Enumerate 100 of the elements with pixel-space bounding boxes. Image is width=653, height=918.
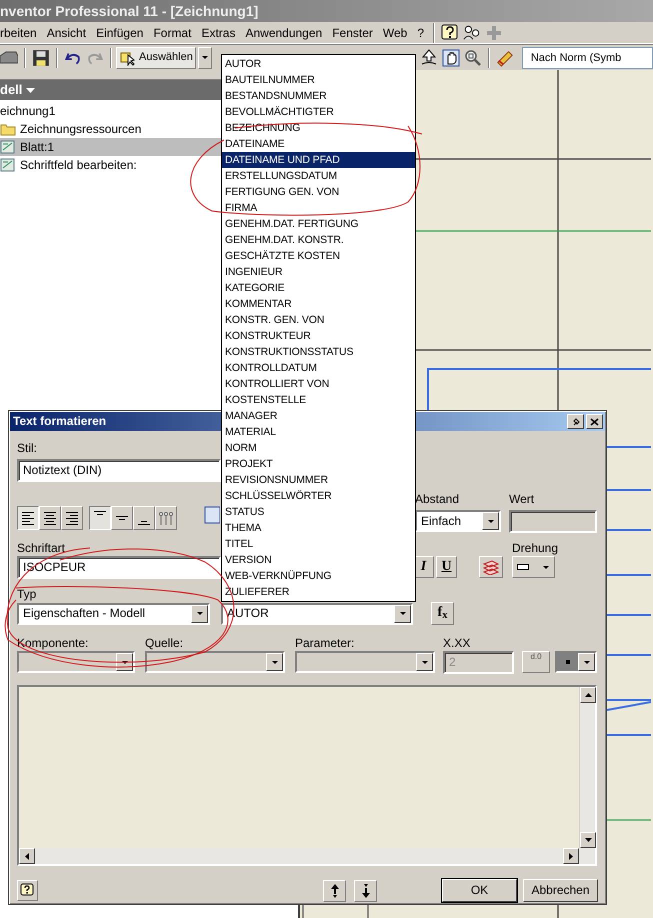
- caret-icon[interactable]: [486, 518, 494, 524]
- list-option[interactable]: BAUTEILNUMMER: [222, 72, 415, 88]
- caret-icon[interactable]: [196, 611, 204, 616]
- left-arrow-icon: [25, 852, 29, 860]
- align-icon: [116, 516, 128, 520]
- up-arrow-icon[interactable]: [420, 48, 438, 66]
- list-option[interactable]: PROJEKT: [222, 456, 415, 472]
- list-option[interactable]: KONSTRUKTEUR: [222, 328, 415, 344]
- menu-item[interactable]: Extras: [196, 22, 240, 44]
- ok-button[interactable]: OK: [442, 879, 517, 902]
- zoom-icon[interactable]: [464, 48, 482, 66]
- rotation-select[interactable]: [512, 556, 555, 578]
- tree-item-label[interactable]: eichnung1: [0, 104, 56, 118]
- scroll-left-button[interactable]: [19, 848, 35, 864]
- field-label: Parameter:: [295, 636, 354, 650]
- caret-icon[interactable]: [270, 660, 278, 664]
- list-option[interactable]: KONTROLLDATUM: [222, 360, 415, 376]
- caret-icon[interactable]: [582, 660, 590, 664]
- list-option[interactable]: DATEINAME UND PFAD: [222, 152, 415, 168]
- tree-item-label[interactable]: Zeichnungsressourcen: [20, 122, 142, 136]
- list-option[interactable]: FERTIGUNG GEN. VON: [222, 184, 415, 200]
- list-option[interactable]: AUTOR: [222, 56, 415, 72]
- list-option[interactable]: KONSTRUKTIONSSTATUS: [222, 344, 415, 360]
- list-option[interactable]: FIRMA: [222, 200, 415, 216]
- type-select[interactable]: Eigenschaften - Modell: [17, 602, 210, 624]
- tree-item-label[interactable]: Schriftfeld bearbeiten:: [20, 158, 137, 172]
- component-select[interactable]: [17, 651, 135, 673]
- list-option[interactable]: VERSION: [222, 552, 415, 568]
- list-option[interactable]: SCHLÜSSELWÖRTER: [222, 488, 415, 504]
- menu-item[interactable]: ?: [412, 22, 430, 44]
- layers-button[interactable]: [479, 556, 503, 578]
- list-option[interactable]: BEVOLLMÄCHTIGTER: [222, 104, 415, 120]
- style-field[interactable]: Notiztext (DIN): [17, 459, 221, 482]
- menu-item[interactable]: Ansicht: [42, 22, 92, 44]
- list-option[interactable]: TITEL: [222, 536, 415, 552]
- move-up-button[interactable]: [323, 880, 346, 902]
- list-option[interactable]: ERSTELLUNGSDATUM: [222, 168, 415, 184]
- cancel-button[interactable]: Abbrechen: [523, 879, 598, 902]
- list-option[interactable]: KATEGORIE: [222, 280, 415, 296]
- align-button[interactable]: [17, 506, 39, 530]
- caret-icon: [200, 55, 209, 60]
- caret-icon[interactable]: [120, 660, 128, 664]
- source-select[interactable]: [145, 651, 285, 673]
- hand-icon[interactable]: [442, 48, 460, 66]
- select-tool-button[interactable]: Auswählen: [116, 46, 196, 68]
- help-button[interactable]: [17, 880, 38, 901]
- save-icon[interactable]: [32, 48, 50, 66]
- list-option[interactable]: BEZEICHNUNG: [222, 120, 415, 136]
- text-orientation-icon: [517, 564, 529, 570]
- scroll-up-button[interactable]: [580, 687, 596, 703]
- move-down-button[interactable]: [354, 880, 377, 902]
- menu-item[interactable]: Format: [148, 22, 196, 44]
- list-option[interactable]: KONTROLLIERT VON: [222, 376, 415, 392]
- scroll-right-button[interactable]: [563, 848, 579, 864]
- dropdown-button[interactable]: [198, 46, 212, 68]
- horizontal-scrollbar[interactable]: [19, 848, 595, 864]
- list-option[interactable]: NORM: [222, 440, 415, 456]
- right-arrow-icon: [569, 852, 573, 860]
- list-option[interactable]: GESCHÄTZTE KOSTEN: [222, 248, 415, 264]
- list-option[interactable]: THEMA: [222, 520, 415, 536]
- color-select[interactable]: [555, 651, 597, 673]
- list-option[interactable]: KOSTENSTELLE: [222, 392, 415, 408]
- list-option[interactable]: GENEHM.DAT. KONSTR.: [222, 232, 415, 248]
- close-button[interactable]: [586, 414, 603, 429]
- menu-item[interactable]: Einfügen: [91, 22, 148, 44]
- pin-button[interactable]: [567, 414, 584, 429]
- style-combo[interactable]: Nach Norm (Symb: [522, 46, 653, 68]
- field-label: Stil:: [17, 441, 38, 455]
- scroll-down-button[interactable]: [580, 832, 596, 848]
- menu-item[interactable]: Anwendungen: [240, 22, 328, 44]
- menu-item[interactable]: Fenster: [327, 22, 378, 44]
- list-option[interactable]: MATERIAL: [222, 424, 415, 440]
- list-option[interactable]: STATUS: [222, 504, 415, 520]
- align-button[interactable]: [89, 506, 111, 530]
- list-option[interactable]: KOMMENTAR: [222, 296, 415, 312]
- list-option[interactable]: REVISIONSNUMMER: [222, 472, 415, 488]
- window-title: nventor Professional 11 - [Zeichnung1]: [0, 2, 258, 21]
- vertical-scrollbar[interactable]: [579, 687, 595, 848]
- menu-item[interactable]: rbeiten: [0, 22, 42, 44]
- people-icon[interactable]: [463, 24, 482, 42]
- parameter-select[interactable]: [295, 651, 435, 673]
- sheet-icon: [0, 157, 16, 173]
- list-option[interactable]: GENEHM.DAT. FERTIGUNG: [222, 216, 415, 232]
- list-option[interactable]: BESTANDSNUMMER: [222, 88, 415, 104]
- caret-icon[interactable]: [542, 564, 550, 570]
- underline-button[interactable]: U: [436, 556, 457, 578]
- menu-item[interactable]: Web: [378, 22, 412, 44]
- align-icon: [44, 512, 56, 524]
- list-option[interactable]: MANAGER: [222, 408, 415, 424]
- precision-button[interactable]: d.0: [522, 651, 550, 673]
- list-option[interactable]: WEB-VERKNÜPFUNG: [222, 568, 415, 584]
- caret-icon[interactable]: [398, 611, 406, 616]
- caret-icon[interactable]: [420, 660, 428, 664]
- list-option[interactable]: KONSTR. GEN. VON: [222, 312, 415, 328]
- help-icon[interactable]: [441, 24, 460, 42]
- list-option[interactable]: INGENIEUR: [222, 264, 415, 280]
- pencil-icon[interactable]: [496, 48, 514, 66]
- spacing-select[interactable]: Einfach: [415, 510, 501, 532]
- function-button[interactable]: f$_{x}$: [431, 602, 454, 625]
- value-field[interactable]: [509, 510, 597, 533]
